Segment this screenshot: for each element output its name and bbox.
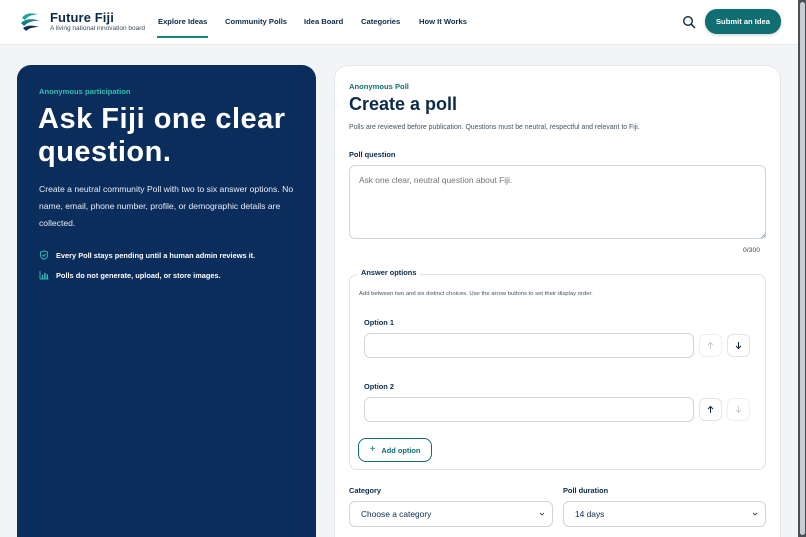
site-header: Future Fiji A living national innovation… (0, 0, 798, 45)
option-1-move-down-button[interactable] (727, 334, 750, 357)
arrow-up-icon (707, 405, 714, 413)
answer-options-help: Add between two and six distinct choices… (359, 291, 593, 297)
option-1-input[interactable] (364, 333, 694, 358)
hero-point-images: Polls do not generate, upload, or store … (39, 270, 221, 280)
chevron-down-icon (752, 512, 758, 516)
form-description: Polls are reviewed before publication. Q… (349, 124, 640, 131)
brand-subtitle: A living national innovation board (50, 25, 146, 32)
arrow-up-icon (707, 341, 714, 349)
option-1-move-up-button[interactable] (699, 334, 722, 357)
option-2-input[interactable] (364, 397, 694, 422)
plus-icon: + (369, 444, 376, 455)
nav-idea-board[interactable]: Idea Board (304, 17, 343, 26)
add-option-label: Add option (381, 445, 421, 455)
search-icon[interactable] (682, 15, 696, 29)
answer-options-legend: Answer options (357, 268, 421, 277)
hero-title: Ask Fiji one clear question. (38, 103, 286, 168)
option-2-label: Option 2 (364, 382, 394, 391)
hero-point-review-text: Every Poll stays pending until a human a… (56, 250, 256, 260)
bar-chart-icon (39, 271, 49, 280)
page-scrollbar-thumb[interactable] (800, 2, 805, 535)
poll-duration-label: Poll duration (563, 486, 609, 495)
option-1-label: Option 1 (364, 318, 394, 327)
arrow-down-icon (735, 342, 742, 350)
nav-explore-ideas[interactable]: Explore Ideas (158, 17, 207, 26)
shield-check-icon (39, 250, 49, 260)
hero-kicker: Anonymous participation (39, 87, 131, 96)
category-select-value: Choose a category (361, 509, 432, 519)
hero-panel: Anonymous participation Ask Fiji one cle… (17, 65, 316, 537)
poll-duration-value: 14 days (575, 509, 605, 519)
resize-grip-icon[interactable] (760, 232, 766, 238)
submit-idea-button[interactable]: Submit an Idea (705, 9, 781, 34)
question-char-count: 0/300 (743, 247, 761, 254)
option-2-move-down-button[interactable] (727, 398, 750, 421)
nav-community-polls[interactable]: Community Polls (225, 17, 287, 26)
category-label: Category (349, 486, 382, 495)
form-title: Create a poll (349, 94, 458, 114)
category-select[interactable]: Choose a category (349, 501, 553, 527)
chevron-down-icon (539, 512, 545, 516)
hero-point-review: Every Poll stays pending until a human a… (39, 250, 255, 260)
option-2-move-up-button[interactable] (699, 398, 722, 421)
nav-active-indicator (157, 36, 208, 38)
hero-description: Create a neutral community Poll with two… (39, 184, 294, 228)
poll-question-input[interactable] (349, 165, 766, 239)
future-fiji-logo-icon[interactable] (19, 9, 43, 33)
create-poll-card: Anonymous Poll Create a poll Polls are r… (334, 65, 781, 537)
add-option-button[interactable]: + Add option (358, 438, 432, 462)
nav-categories[interactable]: Categories (361, 17, 400, 26)
form-kicker: Anonymous Poll (349, 82, 409, 91)
poll-duration-select[interactable]: 14 days (563, 501, 766, 527)
poll-question-label: Poll question (349, 150, 396, 159)
arrow-down-icon (735, 406, 742, 414)
nav-how-it-works[interactable]: How It Works (419, 17, 467, 26)
brand-title[interactable]: Future Fiji (50, 10, 114, 25)
hero-point-images-text: Polls do not generate, upload, or store … (56, 270, 221, 280)
